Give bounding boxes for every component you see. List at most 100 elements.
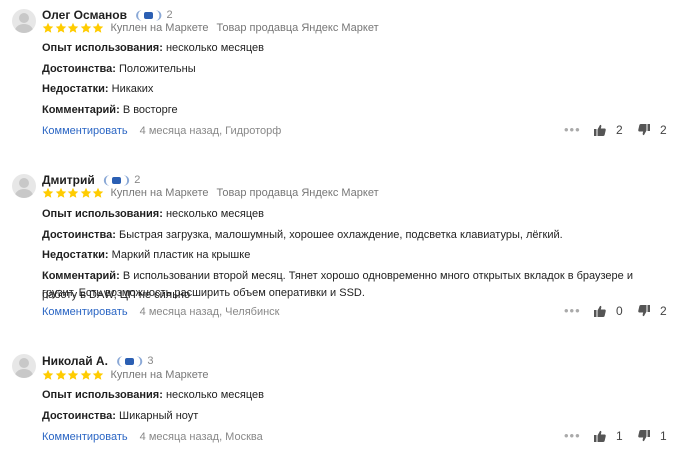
date-city: 4 месяца назад, Москва (139, 431, 263, 443)
rating-stars (42, 22, 105, 34)
badge-count: 2 (166, 9, 173, 21)
experience-label: Опыт использования: (42, 42, 163, 54)
review-footer: Комментировать 4 месяца назад, Москва ••… (42, 429, 668, 445)
author-badge: ❨ ❩ 3 (113, 354, 156, 368)
star-icon (55, 369, 66, 380)
star-icon (42, 187, 54, 198)
star-icon (80, 22, 91, 33)
experience-value: несколько месяцев (165, 208, 265, 220)
like-button[interactable]: 0 (594, 304, 623, 318)
cons-label: Недостатки: (42, 249, 109, 261)
author-badge: ❨ ❩ 2 (132, 8, 175, 22)
star-icon (80, 187, 91, 198)
avatar[interactable] (12, 354, 36, 378)
thumbs-up-icon (594, 430, 606, 442)
like-count: 2 (616, 123, 623, 137)
laurel-icon: ❩ (154, 9, 164, 22)
date-city: 4 месяца назад, Челябинск (139, 306, 280, 318)
review-meta: Куплен на Маркете (42, 368, 209, 382)
pros-line: Достоинства: Положительны (42, 60, 662, 79)
laurel-icon: ❩ (121, 174, 132, 187)
laurel-icon: ❩ (135, 355, 145, 368)
star-icon (55, 187, 66, 198)
thumbs-down-icon (638, 305, 650, 317)
badge-icon (125, 357, 135, 365)
star-icon (42, 369, 54, 380)
cons-line: Недостатки: Маркий пластик на крышке (42, 246, 662, 265)
cons-value: Никаких (111, 83, 154, 95)
pros-label: Достоинства: (42, 410, 116, 422)
reply-link[interactable]: Комментировать (42, 431, 128, 443)
like-button[interactable]: 1 (594, 429, 623, 443)
dislike-count: 2 (660, 123, 667, 137)
review-meta: Куплен на Маркете Товар продавца Яндекс … (42, 21, 379, 35)
comment-value: В восторге (122, 104, 178, 116)
laurel-icon: ❨ (134, 9, 144, 22)
pros-line: Достоинства: Быстрая загрузка, малошумны… (42, 226, 662, 245)
pros-value: Быстрая загрузка, малошумный, хорошее ох… (119, 229, 563, 241)
comment-line: Комментарий: В восторге (42, 101, 662, 120)
badge-count: 2 (134, 174, 141, 186)
comment-line-continued: грузит. Есть возможность расширить объем… (42, 284, 662, 303)
thumbs-down-icon (638, 430, 650, 442)
experience-line: Опыт использования: несколько месяцев (42, 205, 662, 224)
experience-line: Опыт использования: несколько месяцев (42, 386, 662, 405)
like-count: 0 (616, 304, 623, 318)
review-footer: Комментировать 4 месяца назад, Гидроторф… (42, 123, 668, 139)
seller-info: Товар продавца Яндекс Маркет (216, 187, 379, 199)
pros-label: Достоинства: (42, 229, 116, 241)
bought-on-market: Куплен на Маркете (110, 187, 209, 199)
cons-label: Недостатки: (42, 83, 109, 95)
avatar[interactable] (12, 174, 36, 198)
more-options-icon[interactable]: ••• (564, 429, 581, 442)
star-icon (80, 369, 91, 380)
experience-label: Опыт использования: (42, 208, 163, 220)
pros-value: Шикарный ноут (119, 410, 199, 422)
author-badge: ❨ ❩ 2 (100, 173, 143, 187)
thumbs-up-icon (594, 305, 606, 317)
experience-value: несколько месяцев (165, 389, 265, 401)
laurel-icon: ❨ (101, 174, 111, 187)
cons-value: Маркий пластик на крышке (111, 249, 251, 261)
bought-on-market: Куплен на Маркете (110, 369, 209, 381)
badge-count: 3 (147, 355, 154, 367)
pros-value: Положительны (119, 63, 196, 75)
comment-label: Комментарий: (42, 104, 120, 116)
pros-label: Достоинства: (42, 63, 116, 75)
star-icon (92, 22, 104, 33)
author-name[interactable]: Дмитрий (42, 173, 95, 187)
like-button[interactable]: 2 (594, 123, 623, 137)
thumbs-down-icon (638, 124, 650, 136)
author-name[interactable]: Олег Османов (42, 8, 127, 22)
experience-line: Опыт использования: несколько месяцев (42, 39, 662, 58)
dislike-button[interactable]: 2 (638, 123, 667, 137)
more-options-icon[interactable]: ••• (564, 123, 581, 136)
star-icon (92, 187, 104, 198)
badge-icon (111, 176, 121, 184)
badge-icon (144, 11, 154, 19)
reply-link[interactable]: Комментировать (42, 125, 128, 137)
review-footer: Комментировать 4 месяца назад, Челябинск… (42, 304, 668, 320)
comment-value: грузит. Есть возможность расширить объем… (42, 287, 365, 299)
experience-label: Опыт использования: (42, 389, 163, 401)
avatar[interactable] (12, 9, 36, 33)
author-row: Николай А. ❨ ❩ 3 (42, 353, 156, 369)
star-icon (67, 187, 79, 198)
star-icon (67, 369, 79, 380)
thumbs-up-icon (594, 124, 606, 136)
reply-link[interactable]: Комментировать (42, 306, 128, 318)
like-count: 1 (616, 429, 623, 443)
rating-stars (42, 187, 105, 199)
review-meta: Куплен на Маркете Товар продавца Яндекс … (42, 186, 379, 200)
star-icon (92, 369, 104, 380)
cons-line: Недостатки: Никаких (42, 80, 662, 99)
laurel-icon: ❨ (114, 355, 125, 368)
pros-line: Достоинства: Шикарный ноут (42, 407, 662, 426)
rating-stars (42, 369, 105, 381)
comment-label: Комментарий: (42, 270, 120, 282)
seller-info: Товар продавца Яндекс Маркет (216, 22, 379, 34)
more-options-icon[interactable]: ••• (564, 304, 581, 317)
dislike-button[interactable]: 1 (638, 429, 667, 443)
dislike-button[interactable]: 2 (638, 304, 667, 318)
author-name[interactable]: Николай А. (42, 354, 108, 368)
